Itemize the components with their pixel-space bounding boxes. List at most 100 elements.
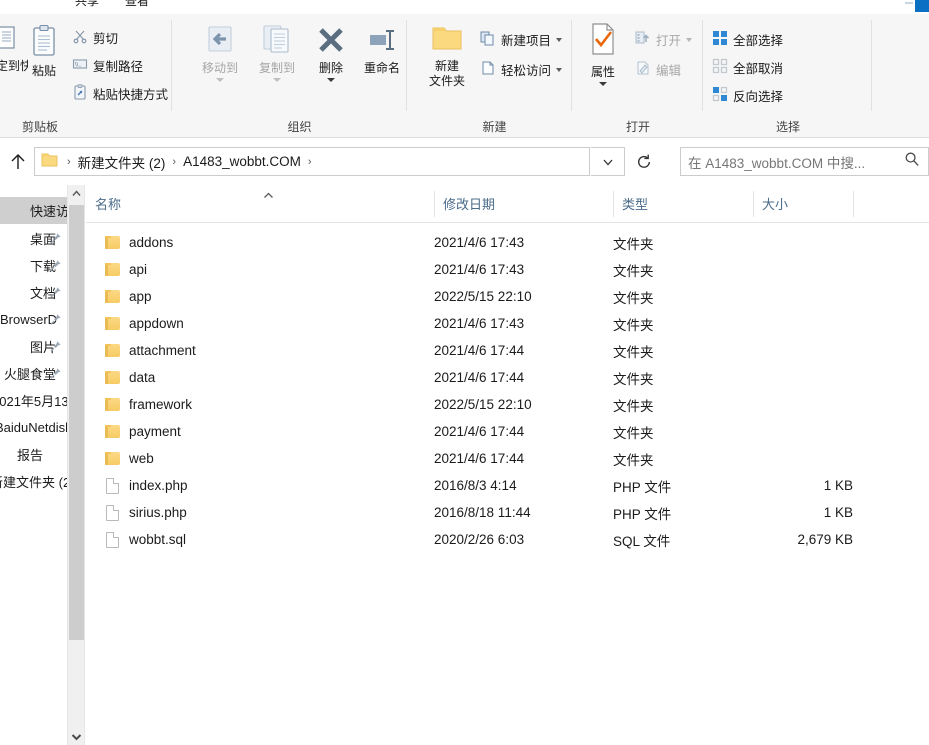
copy-to-button[interactable]: 复制到 (249, 22, 305, 82)
properties-caret-icon[interactable] (599, 82, 607, 86)
table-row[interactable]: wobbt.sql 2020/2/26 6:03 SQL 文件 2,679 KB (86, 526, 929, 553)
move-to-button[interactable]: 移动到 (192, 22, 248, 82)
file-name-cell[interactable]: web (86, 445, 154, 472)
nav-item-quick-access[interactable]: 快速访问 (0, 197, 67, 224)
new-item-button[interactable]: 新建项目 (480, 30, 563, 49)
easy-access-caret-icon[interactable] (556, 67, 563, 72)
tab-view[interactable]: 查看 (112, 0, 162, 14)
file-name-cell[interactable]: sirius.php (86, 499, 187, 526)
copy-path-icon: \\.. (72, 56, 88, 75)
group-divider (702, 20, 703, 111)
group-divider (871, 20, 872, 111)
cut-button[interactable]: 剪切 (72, 28, 118, 47)
table-row[interactable]: payment 2021/4/6 17:44 文件夹 (86, 418, 929, 445)
invert-selection-button[interactable]: 反向选择 (712, 86, 783, 105)
table-row[interactable]: addons 2021/4/6 17:43 文件夹 (86, 229, 929, 256)
paste-button[interactable]: 粘贴 (16, 24, 72, 79)
file-name-cell[interactable]: index.php (86, 472, 188, 499)
scroll-up-button[interactable] (68, 185, 85, 202)
ribbon-group-new-title: 新建 (482, 120, 507, 134)
up-one-level-button[interactable] (4, 148, 32, 176)
nav-item-downloads[interactable]: 下载 (0, 252, 67, 279)
nav-item-browserd[interactable]: BrowserD (0, 306, 67, 333)
table-row[interactable]: app 2022/5/15 22:10 文件夹 (86, 283, 929, 310)
file-name-cell[interactable]: framework (86, 391, 192, 418)
nav-item-documents[interactable]: 文档 (0, 279, 67, 306)
file-name-cell[interactable]: addons (86, 229, 173, 256)
move-to-caret-icon[interactable] (216, 78, 224, 82)
table-row[interactable]: data 2021/4/6 17:44 文件夹 (86, 364, 929, 391)
file-name: addons (129, 235, 174, 250)
navigation-pane-scrollbar[interactable] (68, 185, 85, 745)
file-date: 2022/5/15 22:10 (434, 397, 532, 412)
table-row[interactable]: web 2021/4/6 17:44 文件夹 (86, 445, 929, 472)
select-all-button[interactable]: 全部选择 (712, 30, 783, 49)
breadcrumb[interactable]: › 新建文件夹 (2) › A1483_wobbt.COM › (34, 147, 590, 176)
nav-item-desktop[interactable]: 桌面 (0, 225, 67, 252)
file-size (671, 337, 853, 364)
search-box[interactable]: 在 A1483_wobbt.COM 中搜... (680, 147, 929, 176)
file-icon (106, 504, 119, 521)
ribbon-tabstrip: 共享 查看 (0, 0, 929, 14)
window-close-button[interactable] (915, 0, 929, 12)
nav-item-label: 图片 (30, 340, 57, 355)
breadcrumb-item-1[interactable]: A1483_wobbt.COM (183, 154, 301, 169)
nav-item-pictures[interactable]: 图片 (0, 333, 67, 360)
table-row[interactable]: index.php 2016/8/3 4:14 PHP 文件 1 KB (86, 472, 929, 499)
file-name-cell[interactable]: attachment (86, 337, 196, 364)
breadcrumb-item-0[interactable]: 新建文件夹 (2) (78, 152, 166, 172)
file-type: 文件夹 (613, 344, 654, 360)
rename-button[interactable]: 重命名 (354, 22, 410, 76)
copy-path-button[interactable]: \\.. 复制路径 (72, 56, 143, 75)
table-row[interactable]: appdown 2021/4/6 17:43 文件夹 (86, 310, 929, 337)
file-name-cell[interactable]: data (86, 364, 155, 391)
file-name-cell[interactable]: wobbt.sql (86, 526, 186, 553)
file-name: api (129, 262, 148, 277)
file-name-cell[interactable]: appdown (86, 310, 184, 337)
table-row[interactable]: api 2021/4/6 17:43 文件夹 (86, 256, 929, 283)
tab-share[interactable]: 共享 (62, 0, 112, 14)
invert-selection-label: 反向选择 (733, 90, 784, 104)
file-size (671, 445, 853, 472)
delete-button[interactable]: 删除 (309, 22, 353, 82)
easy-access-button[interactable]: 轻松访问 (480, 60, 563, 79)
column-divider[interactable] (853, 191, 854, 217)
select-none-button[interactable]: 全部取消 (712, 58, 783, 77)
refresh-button[interactable] (626, 147, 662, 176)
file-name-cell[interactable]: payment (86, 418, 181, 445)
table-row[interactable]: framework 2022/5/15 22:10 文件夹 (86, 391, 929, 418)
nav-item-new-folder-2[interactable]: 新建文件夹 (2) (0, 468, 67, 495)
nav-item-report[interactable]: 报告 (0, 441, 67, 468)
open-button[interactable]: 打开 (635, 30, 693, 49)
nav-item-baidunetdisk[interactable]: BaiduNetdiskD (0, 414, 67, 441)
file-name-cell[interactable]: app (86, 283, 152, 310)
delete-caret-icon[interactable] (327, 78, 335, 82)
paste-shortcut-button[interactable]: 粘贴快捷方式 (72, 84, 168, 103)
table-row[interactable]: sirius.php 2016/8/18 11:44 PHP 文件 1 KB (86, 499, 929, 526)
file-name-cell[interactable]: api (86, 256, 147, 283)
table-row[interactable]: attachment 2021/4/6 17:44 文件夹 (86, 337, 929, 364)
search-icon[interactable] (902, 151, 928, 172)
open-caret-icon[interactable] (686, 37, 693, 42)
properties-button[interactable]: 属性 (577, 22, 629, 86)
breadcrumb-separator-2[interactable]: › (308, 156, 312, 168)
column-header-size[interactable]: 大小 (753, 185, 853, 222)
select-none-icon (712, 58, 728, 77)
window-minimize-button[interactable] (905, 2, 913, 4)
address-history-dropdown[interactable] (591, 147, 625, 176)
nav-item-date-folder[interactable]: 2021年5月13日 (0, 387, 67, 414)
copy-to-caret-icon[interactable] (273, 78, 281, 82)
move-to-label: 移动到 (201, 61, 238, 75)
edit-button[interactable]: 编辑 (635, 60, 681, 79)
ribbon-group-select: 全部选择 全部取消 反向选择 选择 (704, 14, 872, 137)
column-header-name[interactable]: 名称 (86, 185, 434, 222)
column-header-type[interactable]: 类型 (613, 185, 753, 222)
rename-icon (354, 22, 410, 61)
column-header-date[interactable]: 修改日期 (434, 185, 613, 222)
scrollbar-thumb[interactable] (69, 205, 84, 640)
new-item-caret-icon[interactable] (556, 37, 563, 42)
new-folder-button[interactable]: 新建 文件夹 (421, 22, 473, 89)
nav-item-huotui[interactable]: 火腿食堂 (0, 360, 67, 387)
search-input[interactable]: 在 A1483_wobbt.COM 中搜... (681, 152, 902, 172)
scroll-down-button[interactable] (68, 728, 85, 745)
